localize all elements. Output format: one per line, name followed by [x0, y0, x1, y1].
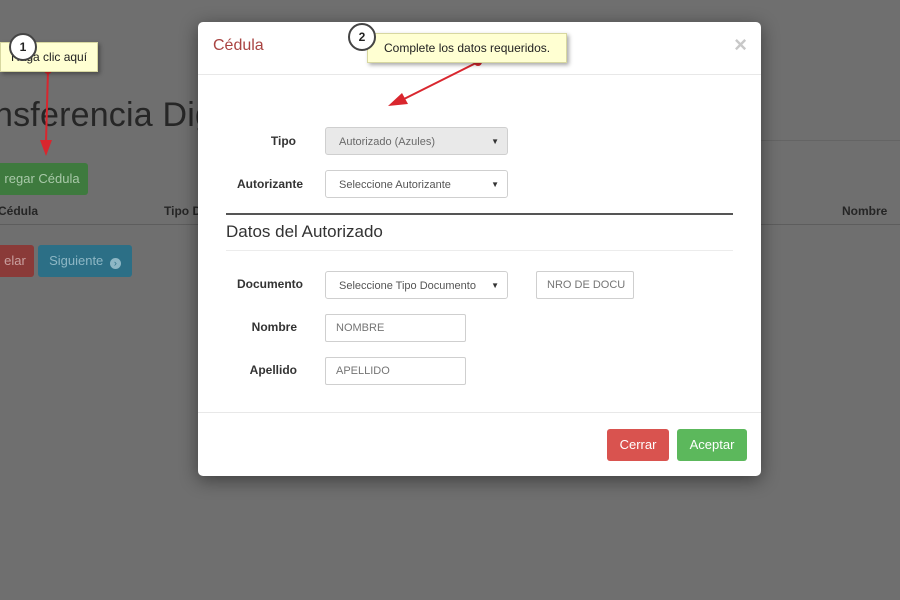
arrow-step-2 — [388, 58, 482, 106]
step-1-badge: 1 — [9, 33, 37, 61]
arrow-step-1 — [40, 66, 52, 156]
tooltip-step-2-text: Complete los datos requeridos. — [384, 41, 551, 55]
tutorial-arrows — [40, 58, 482, 156]
tooltip-step-2: Complete los datos requeridos. — [367, 33, 568, 63]
step-2-badge: 2 — [348, 23, 376, 51]
